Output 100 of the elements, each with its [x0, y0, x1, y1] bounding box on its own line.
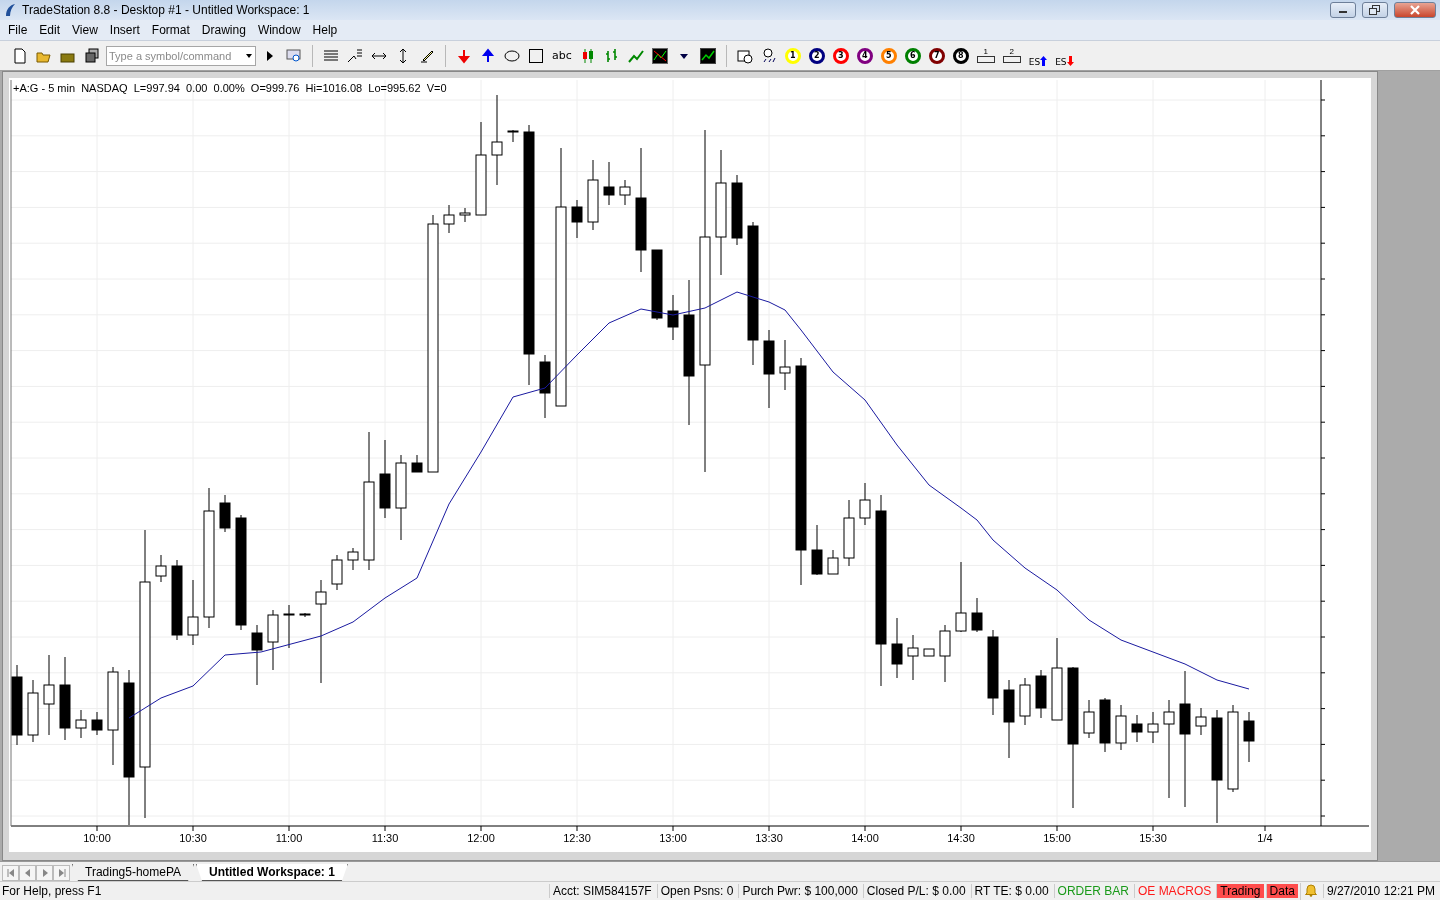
- left-triangle-icon: [23, 869, 32, 877]
- time-axis-label: 14:30: [947, 832, 975, 844]
- menu-item[interactable]: Help: [306, 23, 344, 37]
- candlestick: [923, 648, 935, 657]
- candlestick: [299, 612, 311, 618]
- candlestick: [1195, 707, 1207, 736]
- candlestick: [1147, 711, 1159, 744]
- candlestick: [939, 624, 951, 683]
- time-axis-label: 11:00: [275, 832, 303, 844]
- candlestick: [283, 604, 295, 649]
- candlestick: [155, 554, 167, 583]
- time-axis-label: 13:00: [659, 832, 687, 844]
- candlestick: [411, 454, 423, 473]
- status-help-text: For Help, press F1: [1, 884, 103, 898]
- es-button[interactable]: ES: [1026, 44, 1050, 67]
- candlestick: [779, 339, 791, 391]
- candlestick: [843, 499, 855, 567]
- candlestick: [603, 161, 615, 206]
- status-field: Open Psns: 0: [656, 884, 737, 898]
- candlestick: [1035, 669, 1047, 719]
- menu-item[interactable]: File: [2, 23, 34, 37]
- menu-item[interactable]: View: [66, 23, 104, 37]
- right-triangle-icon: [40, 869, 49, 877]
- dropdown-caret-icon[interactable]: [243, 51, 255, 60]
- up-arrow-icon: [1040, 54, 1048, 67]
- minimize-button[interactable]: [1330, 2, 1356, 18]
- status-field: RT TE: $ 0.00: [970, 884, 1052, 898]
- close-icon: [1409, 5, 1421, 15]
- time-axis-label: 12:00: [467, 832, 495, 844]
- candlestick: [75, 709, 87, 739]
- tab-nav-button[interactable]: [2, 865, 19, 881]
- time-axis-label: 10:00: [83, 832, 111, 844]
- candlestick: [331, 554, 343, 591]
- candlestick: [1083, 699, 1095, 739]
- candlestick: [1019, 677, 1031, 726]
- workspace-tab[interactable]: Trading5-homePA: [72, 864, 195, 881]
- candlestick: [507, 129, 519, 143]
- position-button[interactable]: 1: [974, 48, 997, 63]
- menu-item[interactable]: Insert: [103, 23, 146, 37]
- right-triangle-icon: [57, 869, 66, 877]
- candlestick: [539, 354, 551, 419]
- down-arrow-icon: [1066, 54, 1074, 67]
- candlestick: [667, 294, 679, 341]
- menu-item[interactable]: Window: [251, 23, 307, 37]
- candlestick: [587, 159, 599, 231]
- text-tool-button[interactable]: abc: [550, 44, 574, 67]
- candlestick: [251, 624, 263, 686]
- candlestick: [619, 179, 631, 206]
- time-axis-label: 10:30: [179, 832, 207, 844]
- candlestick: [891, 617, 903, 679]
- close-button[interactable]: [1394, 2, 1436, 18]
- status-field: Data: [1265, 884, 1298, 898]
- app-logo-icon: [4, 3, 16, 17]
- status-field: Acct: SIM584157F: [549, 884, 655, 898]
- workspace-tab[interactable]: Untitled Workspace: 1: [196, 864, 348, 881]
- candlestick: [27, 679, 39, 743]
- es-button[interactable]: ES: [1053, 44, 1076, 67]
- candlestick: [187, 579, 199, 646]
- restore-button[interactable]: [1362, 2, 1388, 18]
- time-axis-label: 15:30: [1139, 832, 1167, 844]
- candlestick: [459, 207, 471, 223]
- time-axis-label: 11:30: [371, 832, 399, 844]
- candlestick: [571, 199, 583, 239]
- time-axis-label: 13:30: [755, 832, 783, 844]
- time-axis-label: 1/4: [1257, 832, 1273, 844]
- candlestick: [267, 609, 279, 671]
- status-field: Trading: [1216, 884, 1264, 898]
- candlestick: [827, 549, 839, 575]
- candlestick: [955, 561, 967, 633]
- candlestick: [859, 482, 871, 526]
- candlestick: [1099, 697, 1111, 753]
- status-field: Closed P/L: $ 0.00: [862, 884, 969, 898]
- menu-item[interactable]: Format: [145, 23, 196, 37]
- candlestick: [811, 524, 823, 576]
- candlestick: [1243, 711, 1255, 763]
- candlestick: [347, 547, 359, 571]
- status-field: Purch Pwr: $ 100,000: [738, 884, 861, 898]
- restore-icon: [1369, 5, 1381, 15]
- time-axis-label: 12:30: [563, 832, 591, 844]
- candlestick: [443, 204, 455, 234]
- time-axis-label: 15:00: [1043, 832, 1071, 844]
- candlestick: [219, 494, 231, 533]
- window-title: TradeStation 8.8 - Desktop #1 - Untitled Workspace: 1: [22, 3, 311, 17]
- tab-nav-button[interactable]: [53, 865, 70, 881]
- tab-nav-button[interactable]: [36, 865, 53, 881]
- status-field: ORDER BAR: [1053, 884, 1132, 898]
- chart-header: +A:G - 5 min NASDAQ L=997.94 0.00 0.00% O=999.76 Hi=1016.08 Lo=995.62 V=0: [13, 82, 447, 94]
- left-triangle-icon: [6, 869, 15, 877]
- candlestick: [1131, 714, 1143, 743]
- tab-nav-button[interactable]: [19, 865, 36, 881]
- candlestick: [907, 634, 919, 681]
- candlestick: [731, 174, 743, 246]
- menu-item[interactable]: Drawing: [195, 23, 252, 37]
- position-button[interactable]: 2: [1000, 48, 1023, 63]
- symbol-field[interactable]: Type a symbol/command: [106, 45, 256, 66]
- menu-item[interactable]: Edit: [33, 23, 67, 37]
- candlestick: [971, 597, 983, 633]
- status-field: 9/27/2010 12:21 PM: [1322, 884, 1438, 898]
- status-field: OE MACROS: [1133, 884, 1215, 898]
- time-axis-label: 14:00: [851, 832, 879, 844]
